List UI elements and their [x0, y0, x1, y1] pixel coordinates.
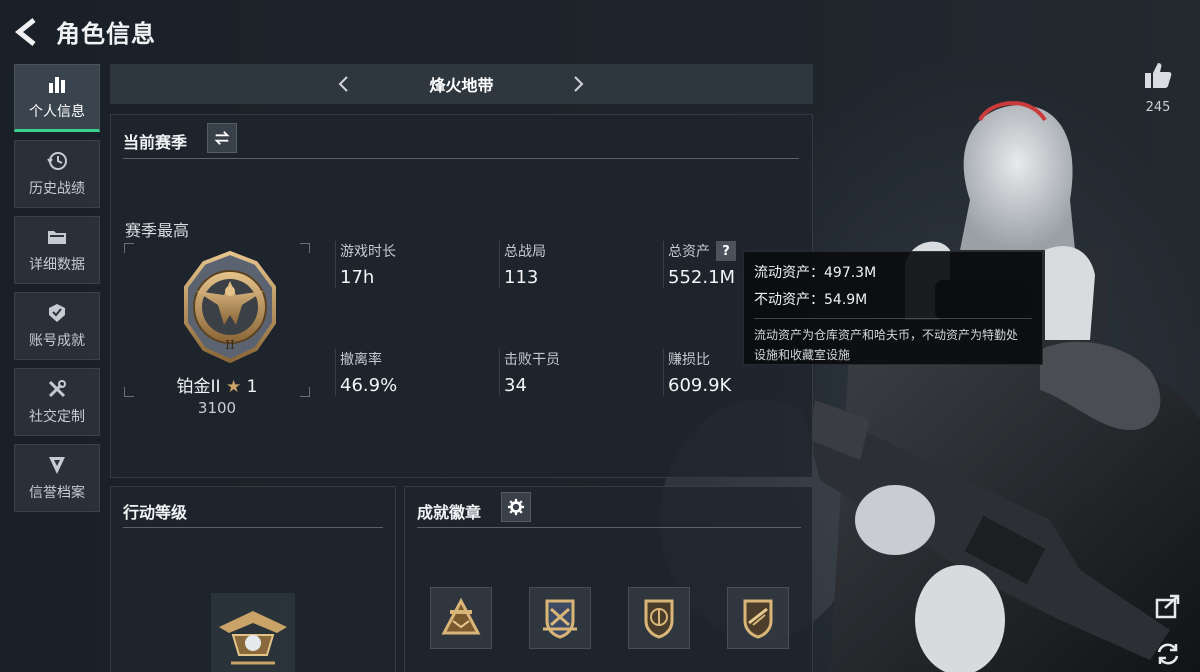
stat-play-time: 游戏时长 17h [335, 241, 485, 288]
badges-settings-button[interactable] [501, 492, 531, 522]
gear-icon [507, 498, 525, 516]
badge-slot[interactable] [727, 587, 789, 649]
sidebar-item-label: 账号成就 [29, 333, 85, 349]
section-divider [417, 527, 801, 528]
tooltip-description-line1: 流动资产为仓库资产和哈夫币，不动资产为特勤处 [754, 328, 1019, 342]
folder-icon [48, 231, 66, 244]
sidebar-item-label: 社交定制 [29, 409, 85, 425]
action-level-emblem-icon [211, 593, 295, 672]
section-divider [123, 527, 383, 528]
thumbs-up-icon[interactable] [1143, 60, 1173, 90]
star-icon: ★ [225, 377, 242, 397]
sidebar-item-label: 详细数据 [29, 257, 85, 273]
sidebar-item-match-history[interactable]: 历史战绩 [14, 140, 100, 208]
bar-chart-icon [49, 77, 65, 93]
sidebar-item-social-custom[interactable]: 社交定制 [14, 368, 100, 436]
mode-title: 烽火地带 [429, 76, 494, 95]
stat-extraction-rate: 撤离率 46.9% [335, 349, 485, 396]
tooltip-fixed-assets: 不动资产：54.9M [754, 292, 868, 308]
sidebar-item-reputation[interactable]: 信誉档案 [14, 444, 100, 512]
refresh-icon[interactable] [1154, 640, 1182, 668]
season-title: 当前赛季 [123, 133, 188, 152]
stat-operators-defeated: 击败干员 34 [499, 349, 649, 396]
reputation-icon [49, 457, 65, 474]
history-clock-icon [47, 152, 67, 170]
badge-shield-icon [644, 599, 674, 639]
rank-name: 铂金II ★ 1 [176, 377, 258, 397]
badge-rifle-icon [743, 599, 773, 639]
back-arrow-icon[interactable] [14, 18, 40, 46]
badge-crest-icon [543, 599, 577, 639]
page-title: 角色信息 [56, 20, 156, 48]
sidebar-item-label: 个人信息 [29, 104, 85, 120]
rank-score: 3100 [197, 399, 237, 417]
action-level-panel: 行动等级 [110, 486, 396, 672]
achievement-badges-panel: 成就徽章 [404, 486, 813, 672]
badges-title: 成就徽章 [417, 503, 482, 522]
chevron-left-icon[interactable] [334, 74, 354, 94]
stat-total-matches: 总战局 113 [499, 241, 649, 288]
badge-slot[interactable] [628, 587, 690, 649]
like-count: 245 [1145, 100, 1171, 115]
help-question-icon[interactable]: ? [716, 241, 736, 261]
rank-numeral: II [225, 338, 235, 352]
achievement-icon [49, 304, 65, 322]
asset-tooltip: 流动资产：497.3M 不动资产：54.9M 流动资产为仓库资产和哈夫币，不动资… [743, 251, 1043, 365]
sidebar-item-label: 信誉档案 [29, 485, 85, 501]
badge-triangle-icon [441, 597, 481, 635]
badge-slot[interactable] [430, 587, 492, 649]
tooltip-liquid-assets: 流动资产：497.3M [754, 265, 877, 281]
badge-slot[interactable] [529, 587, 591, 649]
share-icon[interactable] [1154, 592, 1182, 620]
sidebar-item-detailed-data[interactable]: 详细数据 [14, 216, 100, 284]
sidebar-item-label: 历史战绩 [29, 181, 85, 197]
season-best-label: 赛季最高 [125, 221, 190, 240]
season-switch-button[interactable] [207, 123, 237, 153]
tooltip-divider [754, 318, 1032, 319]
rank-emblem-icon: II [184, 251, 276, 363]
season-panel: 当前赛季 赛季最高 II 铂金II ★ 1 3100 游戏时长 17h 总战局 … [110, 114, 813, 478]
chevron-right-icon[interactable] [568, 74, 588, 94]
tools-icon [48, 380, 66, 398]
sidebar-item-personal-info[interactable]: 个人信息 [14, 64, 100, 132]
tooltip-description-line2: 设施和收藏室设施 [754, 348, 851, 362]
swap-arrows-icon [214, 131, 230, 145]
mode-switch-bar: 烽火地带 [110, 64, 813, 104]
action-level-title: 行动等级 [123, 503, 188, 522]
section-divider [123, 158, 799, 159]
sidebar-item-achievements[interactable]: 账号成就 [14, 292, 100, 360]
